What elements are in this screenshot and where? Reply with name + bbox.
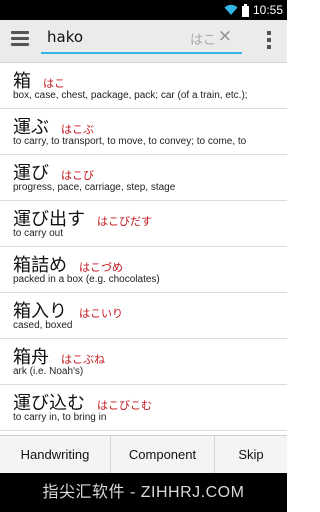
status-time: 10:55 bbox=[252, 3, 283, 17]
wifi-icon bbox=[224, 4, 238, 15]
battery-icon bbox=[241, 3, 249, 17]
list-item[interactable]: 運び込む はこびこむ to carry in, to bring in bbox=[0, 385, 287, 431]
entry-gloss: packed in a box (e.g. chocolates) bbox=[13, 274, 160, 285]
entry-gloss: cased, boxed bbox=[13, 320, 73, 331]
entry-reading: はこびだす bbox=[97, 215, 152, 228]
action-bar: hako はこ × bbox=[0, 20, 287, 63]
skip-button[interactable]: Skip bbox=[215, 436, 287, 474]
status-icons: 10:55 bbox=[224, 2, 283, 18]
entry-gloss: ark (i.e. Noah's) bbox=[13, 366, 84, 377]
clear-icon[interactable]: × bbox=[218, 26, 232, 46]
list-item[interactable]: 運ぶ はこぶ to carry, to transport, to move, t… bbox=[0, 109, 287, 155]
navigation-bar: 指尖汇软件 - ZIHHRJ.COM bbox=[0, 473, 287, 512]
status-bar: 10:55 bbox=[0, 0, 287, 20]
search-field[interactable]: hako はこ × bbox=[41, 26, 242, 54]
list-item[interactable]: 運び出す はこびだす to carry out bbox=[0, 201, 287, 247]
overflow-menu-icon[interactable] bbox=[267, 31, 271, 52]
entry-reading: はこぶ bbox=[61, 123, 94, 136]
entry-gloss: box, case, chest, package, pack; car (of… bbox=[13, 90, 248, 101]
results-list[interactable]: 箱はこ box, case, chest, package, pack; car… bbox=[0, 63, 287, 435]
list-item[interactable]: 運び はこび progress, pace, carriage, step, st… bbox=[0, 155, 287, 201]
list-item[interactable]: 箱舟 はこぶね ark (i.e. Noah's) bbox=[0, 339, 287, 385]
entry-reading: はこいり bbox=[79, 307, 123, 320]
entry-reading: はこび bbox=[61, 169, 94, 182]
entry-gloss: progress, pace, carriage, step, stage bbox=[13, 182, 176, 193]
watermark-text: 指尖汇软件 - ZIHHRJ.COM bbox=[42, 484, 245, 501]
list-item[interactable]: 箱詰め はこづめ packed in a box (e.g. chocolates… bbox=[0, 247, 287, 293]
entry-reading: はこびこむ bbox=[97, 399, 152, 412]
component-button[interactable]: Component bbox=[111, 436, 215, 474]
entry-reading: はこぶね bbox=[61, 353, 105, 366]
list-item[interactable]: 箱入り はこいり cased, boxed bbox=[0, 293, 287, 339]
entry-gloss: to carry in, to bring in bbox=[13, 412, 107, 423]
entry-reading: はこづめ bbox=[79, 261, 123, 274]
entry-gloss: to carry out bbox=[13, 228, 64, 239]
search-input[interactable]: hako bbox=[47, 28, 177, 48]
list-item[interactable]: 箱はこ box, case, chest, package, pack; car… bbox=[0, 63, 287, 109]
entry-gloss: to carry, to transport, to move, to conv… bbox=[13, 136, 247, 147]
handwriting-button[interactable]: Handwriting bbox=[0, 436, 111, 474]
input-mode-bar: Handwriting Component Skip bbox=[0, 435, 287, 474]
entry-reading: はこ bbox=[43, 77, 65, 90]
menu-icon[interactable] bbox=[11, 31, 29, 49]
search-kana-hint: はこ bbox=[189, 33, 216, 48]
